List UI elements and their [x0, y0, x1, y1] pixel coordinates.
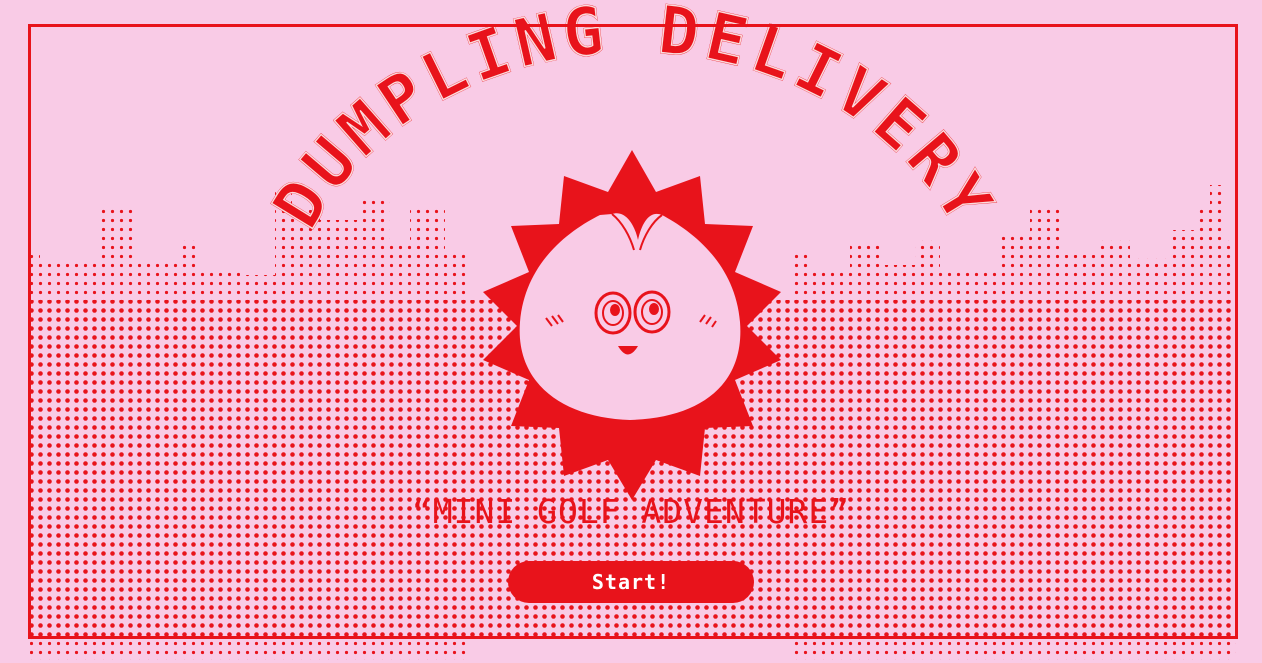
game-subtitle: “MINI GOLF ADVENTURE” [411, 492, 851, 531]
start-button[interactable]: Start! [508, 561, 754, 603]
title-screen: DUMPLING DELIVERY DUMPLING DELIVERY “MIN… [0, 0, 1262, 663]
